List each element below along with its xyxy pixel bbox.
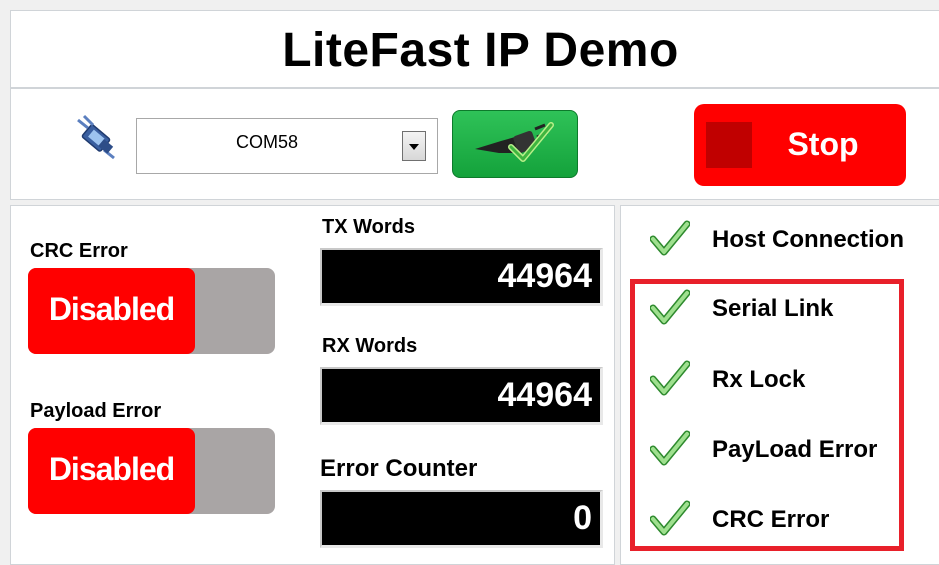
com-port-value: COM58 — [235, 132, 298, 152]
crc-error-state: Disabled — [48, 291, 175, 327]
tx-words-display: 44964 — [320, 248, 603, 306]
status-payload-error-label: PayLoad Error — [712, 436, 878, 463]
rx-words-label: RX Words — [322, 335, 418, 357]
payload-error-label: Payload Error — [30, 400, 162, 422]
chevron-down-icon — [409, 144, 419, 150]
tx-words-value: 44964 — [497, 257, 592, 295]
tx-words-label: TX Words — [322, 216, 415, 238]
crc-error-toggle[interactable]: Disabled — [28, 268, 275, 354]
title-panel: LiteFast IP Demo — [10, 10, 939, 88]
rx-words-value: 44964 — [497, 376, 592, 414]
status-crc-error-label: CRC Error — [712, 506, 830, 533]
checkmark-icon — [650, 430, 690, 466]
error-counter-display: 0 — [320, 490, 603, 548]
payload-error-state: Disabled — [48, 451, 175, 487]
dropdown-arrow-button[interactable] — [402, 131, 426, 161]
status-serial-link: Serial Link — [650, 287, 930, 327]
app-title: LiteFast IP Demo — [282, 24, 679, 77]
status-host-connection-label: Host Connection — [712, 226, 904, 253]
plug-check-icon — [475, 122, 554, 162]
status-payload-error: PayLoad Error — [650, 428, 930, 468]
stop-indicator — [706, 122, 752, 168]
payload-error-toggle-knob: Disabled — [28, 428, 195, 514]
status-serial-link-label: Serial Link — [712, 295, 834, 322]
status-rx-lock-label: Rx Lock — [712, 366, 806, 393]
status-host-connection: Host Connection — [650, 218, 930, 258]
checkmark-icon — [650, 360, 690, 396]
error-counter-label: Error Counter — [320, 455, 478, 482]
crc-error-toggle-knob: Disabled — [28, 268, 195, 354]
com-port-select[interactable]: COM58 — [136, 118, 438, 174]
rx-words-display: 44964 — [320, 367, 603, 425]
status-crc-error: CRC Error — [650, 498, 930, 538]
status-rx-lock: Rx Lock — [650, 358, 930, 398]
checkmark-icon — [650, 500, 690, 536]
error-counter-value: 0 — [573, 499, 592, 537]
checkmark-icon — [650, 289, 690, 325]
connect-button[interactable] — [452, 110, 578, 178]
crc-error-label: CRC Error — [30, 240, 128, 262]
payload-error-toggle[interactable]: Disabled — [28, 428, 275, 514]
stop-button-label: Stop — [787, 126, 859, 162]
serial-port-icon — [72, 112, 122, 162]
stop-button[interactable]: Stop — [694, 104, 906, 186]
checkmark-icon — [650, 220, 690, 256]
